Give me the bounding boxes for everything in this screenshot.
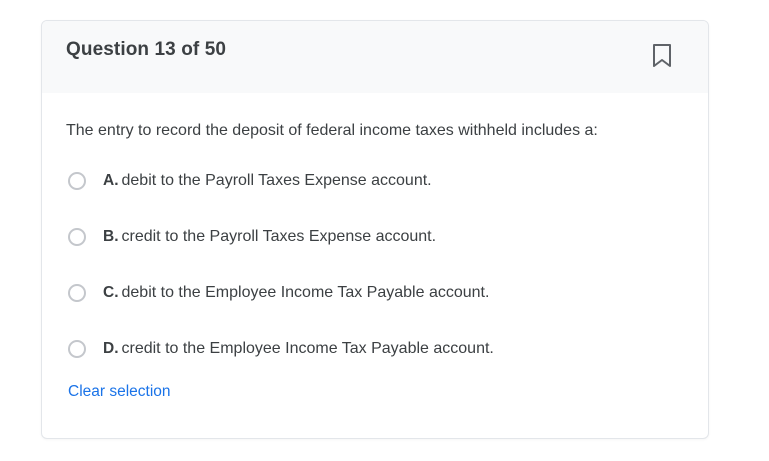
option-a[interactable]: A. debit to the Payroll Taxes Expense ac… [68, 169, 432, 193]
option-letter: A. [103, 172, 119, 189]
option-text: debit to the Payroll Taxes Expense accou… [121, 172, 432, 189]
option-text: debit to the Employee Income Tax Payable… [121, 284, 490, 301]
radio-button[interactable] [68, 284, 86, 302]
option-b[interactable]: B. credit to the Payroll Taxes Expense a… [68, 225, 436, 249]
option-text: credit to the Payroll Taxes Expense acco… [121, 228, 437, 245]
option-d[interactable]: D. credit to the Employee Income Tax Pay… [68, 337, 494, 361]
radio-button[interactable] [68, 172, 86, 190]
option-text: credit to the Employee Income Tax Payabl… [121, 340, 494, 357]
option-letter: C. [103, 284, 119, 301]
question-header: Question 13 of 50 [42, 21, 708, 93]
bookmark-icon[interactable] [650, 43, 674, 69]
option-c[interactable]: C. debit to the Employee Income Tax Paya… [68, 281, 489, 305]
radio-button[interactable] [68, 228, 86, 246]
option-letter: D. [103, 340, 119, 357]
clear-selection-link[interactable]: Clear selection [68, 383, 171, 401]
question-text: The entry to record the deposit of feder… [66, 122, 598, 139]
question-title: Question 13 of 50 [66, 39, 227, 60]
question-card: Question 13 of 50 The entry to record th… [41, 20, 709, 439]
radio-button[interactable] [68, 340, 86, 358]
option-letter: B. [103, 228, 119, 245]
